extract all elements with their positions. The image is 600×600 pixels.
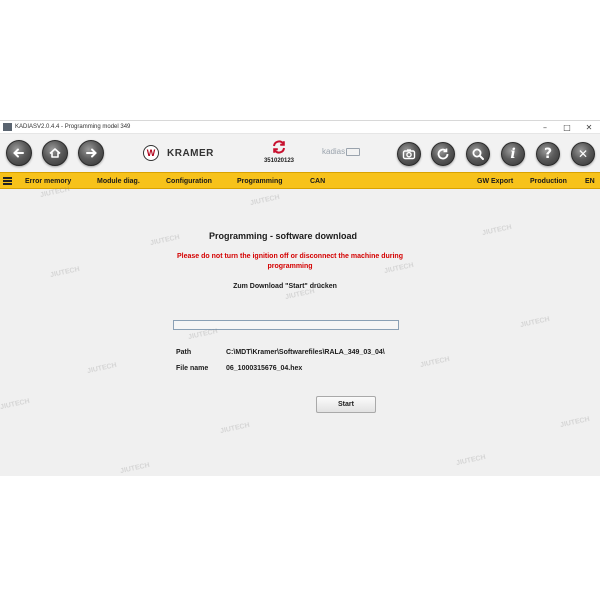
kadias-logo-text: kadias [322, 147, 346, 156]
brand: W KRAMER [143, 145, 214, 161]
exit-button[interactable]: ✕ [571, 142, 595, 166]
watermark: JIUTECH [559, 415, 591, 430]
kadias-logo-mark [346, 147, 361, 156]
watermark: JIUTECH [419, 355, 451, 370]
info-icon: i [510, 146, 516, 162]
watermark: JIUTECH [249, 193, 281, 208]
download-progress-bar [173, 320, 399, 330]
path-label: Path [176, 349, 192, 356]
start-button[interactable]: Start [316, 396, 376, 413]
back-button[interactable] [6, 140, 32, 166]
kadias-logo: kadias [322, 147, 361, 156]
page-title: Programming - software download [208, 231, 357, 241]
model-number: 351020123 [263, 158, 295, 164]
window-controls: – □ ✕ [534, 121, 600, 134]
watermark: JIUTECH [455, 453, 487, 468]
brand-name: KRAMER [167, 147, 214, 159]
search-icon [472, 148, 484, 160]
info-button[interactable]: i [501, 142, 525, 166]
close-window-button[interactable]: ✕ [578, 121, 600, 134]
help-icon: ? [543, 146, 553, 162]
warning-line-2: programming [267, 263, 313, 270]
watermark: JIUTECH [86, 361, 118, 376]
search-button[interactable] [466, 142, 490, 166]
title-bar: KADIASV2.0.4.4 - Programming model 349 –… [0, 121, 600, 134]
home-icon [49, 148, 61, 158]
camera-icon [402, 149, 416, 160]
watermark: JIUTECH [0, 397, 31, 412]
filename-value: 06_1000315676_04.hex [226, 365, 303, 372]
watermark: JIUTECH [519, 315, 551, 330]
warning-message: Please do not turn the ignition off or d… [164, 252, 416, 272]
menu-programming[interactable]: Programming [237, 173, 283, 190]
minimize-button[interactable]: – [534, 121, 556, 134]
menu-bar: Error memory Module diag. Configuration … [0, 172, 600, 189]
screenshot-button[interactable] [397, 142, 421, 166]
hamburger-menu-icon[interactable] [3, 177, 12, 185]
menu-configuration[interactable]: Configuration [166, 173, 212, 190]
close-icon: ✕ [577, 147, 589, 161]
filename-label: File name [176, 365, 209, 372]
warning-line-1: Please do not turn the ignition off or d… [177, 253, 403, 260]
forward-arrow-icon [86, 148, 97, 158]
model-indicator: 351020123 [262, 138, 296, 164]
forward-button[interactable] [78, 140, 104, 166]
maximize-button[interactable]: □ [556, 121, 578, 134]
home-button[interactable] [42, 140, 68, 166]
refresh-button[interactable] [431, 142, 455, 166]
menu-error-memory[interactable]: Error memory [25, 173, 71, 190]
menu-production[interactable]: Production [530, 173, 567, 190]
watermark: JIUTECH [219, 421, 251, 436]
menu-language[interactable]: EN [585, 173, 595, 190]
programming-panel: Programming - software download Please d… [0, 186, 600, 476]
application-window: KADIASV2.0.4.4 - Programming model 349 –… [0, 120, 600, 476]
back-arrow-icon [13, 148, 24, 158]
wacker-logo: W [143, 145, 159, 161]
app-icon [3, 123, 12, 131]
sync-arrows-icon [273, 140, 285, 154]
toolbar: W KRAMER 351020123 kadias i ? ✕ [0, 134, 600, 172]
instruction-text: Zum Download "Start" drücken [233, 283, 337, 290]
help-button[interactable]: ? [536, 142, 560, 166]
watermark: JIUTECH [119, 461, 151, 476]
watermark: JIUTECH [49, 265, 81, 280]
refresh-icon [437, 148, 449, 160]
path-value: C:\MDT\Kramer\Softwarefiles\RALA_349_03_… [226, 349, 385, 356]
menu-gw-export[interactable]: GW Export [477, 173, 513, 190]
window-title: KADIASV2.0.4.4 - Programming model 349 [15, 124, 131, 130]
menu-can[interactable]: CAN [310, 173, 325, 190]
menu-module-diag[interactable]: Module diag. [97, 173, 140, 190]
